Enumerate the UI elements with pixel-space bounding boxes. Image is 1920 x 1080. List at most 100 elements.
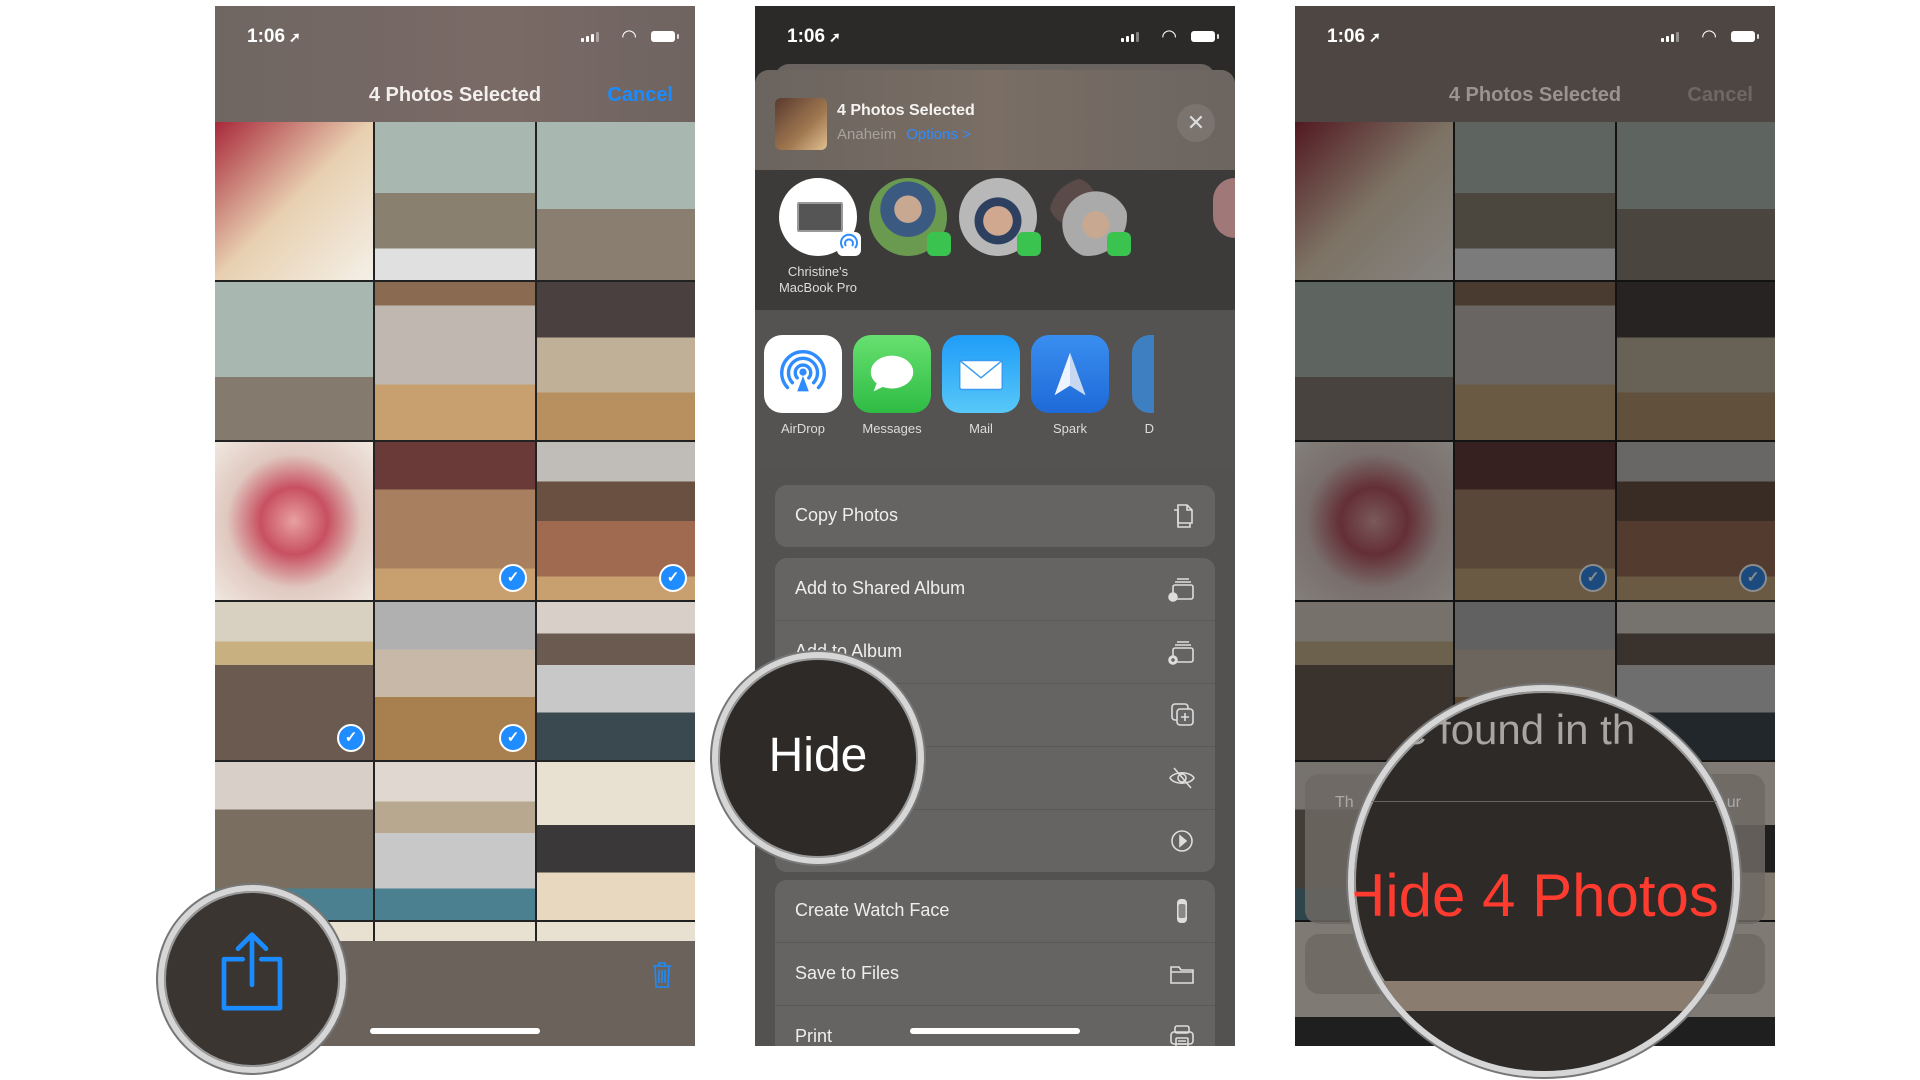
photo-thumbnail[interactable] — [1295, 442, 1453, 600]
alert-message-fragment: e found in th — [1404, 706, 1636, 753]
selected-checkmark-icon: ✓ — [1739, 564, 1767, 592]
status-time: 1:06 ➚ — [247, 26, 301, 47]
photo-thumbnail[interactable]: ✓ — [537, 442, 695, 600]
background-photo-strip — [1354, 981, 1734, 1011]
home-indicator — [370, 1028, 540, 1034]
actions-group-files: Create Watch Face Save to Files Print — [775, 880, 1215, 1046]
action-row-create-watch-face[interactable]: Create Watch Face — [775, 880, 1215, 943]
photo-thumbnail[interactable] — [537, 282, 695, 440]
photo-thumbnail[interactable] — [1455, 122, 1615, 280]
selected-checkmark-icon: ✓ — [659, 564, 687, 592]
nav-bar: 4 Photos Selected Cancel — [215, 66, 695, 122]
phone-share-sheet: 1:06 ➚ ◠ 4 Photos Selected Anaheim Options… — [755, 6, 1235, 1046]
battery-icon — [1731, 31, 1759, 42]
hide-eye-icon — [1167, 763, 1197, 793]
phone-photos-select: 1:06 ➚ ◠ 4 Photos Selected Cancel ✓ ✓ ✓ ✓ — [215, 6, 695, 1046]
avatar — [1049, 178, 1131, 256]
alert-message-left-fragment: Th — [1335, 794, 1354, 811]
photo-thumbnail[interactable] — [537, 602, 695, 760]
photo-thumbnail[interactable] — [215, 122, 373, 280]
share-icon[interactable] — [217, 931, 287, 1013]
hide-photos-confirm-button[interactable]: Hide 4 Photos — [1354, 861, 1719, 930]
messages-icon — [853, 335, 931, 413]
status-bar: 1:06 ➚ ◠ — [755, 6, 1235, 66]
action-label: Print — [795, 1026, 833, 1046]
location-arrow-icon: ➚ — [289, 29, 301, 45]
app-spark[interactable]: Spark — [1025, 335, 1115, 436]
photo-thumbnail[interactable] — [1455, 282, 1615, 440]
avatar — [959, 178, 1041, 256]
cancel-button: Cancel — [1687, 84, 1753, 106]
cancel-button[interactable]: Cancel — [607, 84, 673, 107]
photo-thumbnail[interactable] — [1617, 282, 1775, 440]
magnifier-hide-confirm: e found in th Hide 4 Photos — [1348, 685, 1740, 1077]
selected-checkmark-icon: ✓ — [499, 564, 527, 592]
apps-row: AirDrop Messages Mail Spark D — [755, 310, 1235, 470]
status-time: 1:06 ➚ — [1327, 26, 1381, 47]
status-bar: 1:06 ➚ ◠ — [1295, 6, 1775, 66]
laptop-icon — [797, 202, 843, 232]
wifi-icon: ◠ — [1161, 26, 1177, 46]
share-sheet: 4 Photos Selected Anaheim Options > ✕ Chr… — [755, 70, 1235, 1046]
alert-message-right-fragment: ur — [1726, 794, 1741, 811]
cellular-signal-icon — [581, 32, 599, 42]
person-suggestion-partial[interactable] — [1213, 178, 1235, 238]
app-label: Messages — [862, 421, 922, 436]
close-icon: ✕ — [1186, 110, 1206, 135]
app-airdrop[interactable]: AirDrop — [758, 335, 848, 436]
app-label: D — [1144, 421, 1154, 436]
photo-thumbnail[interactable] — [1295, 282, 1453, 440]
add-album-icon — [1167, 637, 1197, 667]
people-suggestions-row: Christine's MacBook Pro — [755, 170, 1235, 310]
photo-thumbnail[interactable]: ✓ — [375, 442, 535, 600]
battery-icon — [1191, 31, 1219, 42]
photo-thumbnail[interactable] — [1295, 122, 1453, 280]
photo-thumbnail[interactable] — [375, 282, 535, 440]
hide-action-label[interactable]: Hide — [718, 728, 918, 783]
action-row-add-to-shared-album[interactable]: Add to Shared Album — [775, 558, 1215, 621]
selected-checkmark-icon: ✓ — [337, 724, 365, 752]
location-arrow-icon: ➚ — [829, 29, 841, 45]
photo-thumbnail[interactable] — [537, 762, 695, 920]
actions-group-copy: Copy Photos — [775, 485, 1215, 547]
close-button[interactable]: ✕ — [1177, 104, 1215, 142]
photo-thumbnail[interactable] — [215, 442, 373, 600]
options-link[interactable]: Options > — [906, 126, 971, 143]
action-row-save-to-files[interactable]: Save to Files — [775, 943, 1215, 1006]
printer-icon — [1167, 1022, 1197, 1046]
person-label: Christine's MacBook Pro — [778, 264, 858, 295]
action-row-print[interactable]: Print — [775, 1006, 1215, 1046]
mail-icon — [942, 335, 1020, 413]
photo-thumbnail[interactable] — [375, 762, 535, 920]
avatar — [779, 178, 861, 256]
magnifier-hide: Hide — [712, 652, 924, 864]
share-sheet-header: 4 Photos Selected Anaheim Options > ✕ — [755, 70, 1235, 170]
photo-thumbnail[interactable] — [537, 122, 695, 280]
action-row-copy-photos[interactable]: Copy Photos — [775, 485, 1215, 547]
photo-thumbnail[interactable] — [215, 282, 373, 440]
app-messages[interactable]: Messages — [847, 335, 937, 436]
magnifier-share — [158, 885, 346, 1073]
app-mail[interactable]: Mail — [936, 335, 1026, 436]
photo-thumbnail[interactable] — [1617, 122, 1775, 280]
photo-thumbnail[interactable] — [375, 122, 535, 280]
app-partial[interactable]: D — [1114, 335, 1154, 436]
wifi-icon: ◠ — [621, 26, 637, 46]
app-label: Mail — [969, 421, 993, 436]
shared-album-icon — [1167, 574, 1197, 604]
person-suggestion[interactable] — [1033, 178, 1143, 264]
folder-icon — [1167, 959, 1197, 989]
alert-divider — [1354, 801, 1734, 802]
photo-thumbnail[interactable]: ✓ — [1455, 442, 1615, 600]
photo-thumbnail[interactable]: ✓ — [215, 602, 373, 760]
action-label: Create Watch Face — [795, 900, 950, 920]
messages-badge-icon — [1107, 232, 1131, 256]
spark-icon — [1031, 335, 1109, 413]
action-label: Save to Files — [795, 963, 900, 983]
photo-thumbnail[interactable]: ✓ — [375, 602, 535, 760]
airdrop-icon — [764, 335, 842, 413]
nav-bar: 4 Photos Selected Cancel — [1295, 66, 1775, 122]
status-bar: 1:06 ➚ ◠ — [215, 6, 695, 66]
trash-icon[interactable] — [651, 961, 673, 989]
photo-thumbnail[interactable]: ✓ — [1617, 442, 1775, 600]
